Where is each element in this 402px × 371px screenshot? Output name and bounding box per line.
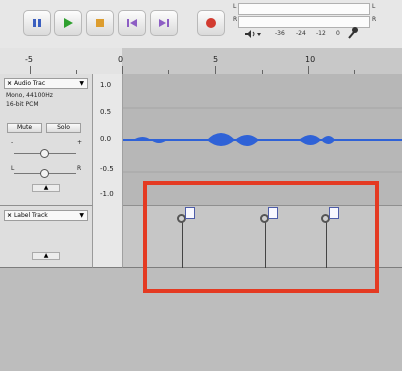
audio-track-title: Audio Trac (13, 80, 46, 87)
audio-track-title-menu[interactable]: × Audio Trac ▼ (4, 78, 88, 89)
stop-button[interactable] (86, 10, 114, 36)
play-icon (62, 17, 74, 29)
label-track-controls: × Label Track ▼ ▲ (0, 206, 93, 268)
transport-toolbar: L R L R -36 -24 -12 0 (0, 0, 402, 49)
ruler-label: -5 (25, 55, 33, 64)
record-button[interactable] (197, 10, 225, 36)
meter-scale-4: 0 (336, 30, 340, 37)
speaker-icon[interactable] (244, 29, 262, 41)
close-track-icon[interactable]: × (7, 80, 12, 87)
amplitude-scale: 1.0 0.5 0.0 -0.5 -1.0 (93, 74, 123, 206)
gain-minus-label: - (11, 139, 14, 146)
track-bit-depth: 16-bit PCM (6, 101, 39, 108)
skip-start-icon (126, 17, 138, 29)
gain-plus-label: + (77, 139, 83, 146)
ruler-label: 10 (305, 55, 316, 64)
dropdown-arrow-icon: ▼ (79, 80, 84, 87)
record-icon (205, 17, 217, 29)
pause-icon (31, 17, 43, 29)
mute-button[interactable]: Mute (7, 123, 42, 133)
meter-right-label-end: R (372, 16, 377, 23)
scale-label: 0.0 (100, 135, 112, 143)
meter-scale-3: -12 (316, 30, 326, 37)
scale-label: 1.0 (100, 81, 112, 89)
gain-slider[interactable] (40, 149, 49, 158)
highlight-box (143, 181, 379, 293)
label-track-title-menu[interactable]: × Label Track ▼ (4, 210, 88, 221)
ruler-label: 5 (213, 55, 219, 64)
microphone-icon[interactable] (346, 26, 360, 42)
scale-label: 0.5 (100, 108, 112, 116)
meter-scale-2: -24 (296, 30, 306, 37)
collapse-label-track-button[interactable]: ▲ (32, 252, 60, 260)
timeline-ruler[interactable]: -5 0 5 10 (0, 48, 402, 75)
level-meter: L R L R -36 -24 -12 0 (232, 2, 402, 46)
meter-right-label: R (233, 16, 238, 23)
solo-button[interactable]: Solo (46, 123, 81, 133)
play-button[interactable] (54, 10, 82, 36)
track-sample-rate: Mono, 44100Hz (6, 92, 53, 99)
scale-label: -0.5 (100, 165, 114, 173)
pause-button[interactable] (23, 10, 51, 36)
meter-bar-left (238, 3, 370, 15)
pan-right-label: R (77, 165, 82, 172)
stop-icon (94, 17, 106, 29)
pan-slider[interactable] (40, 169, 49, 178)
label-track-scale (93, 206, 123, 268)
collapse-track-button[interactable]: ▲ (32, 184, 60, 192)
close-track-icon[interactable]: × (7, 212, 12, 219)
meter-left-label-end: L (372, 3, 376, 10)
audio-track-controls: × Audio Trac ▼ Mono, 44100Hz 16-bit PCM … (0, 74, 93, 206)
meter-scale-1: -36 (275, 30, 285, 37)
scale-label: -1.0 (100, 190, 114, 198)
ruler-label: 0 (118, 55, 124, 64)
pan-left-label: L (11, 165, 15, 172)
skip-start-button[interactable] (118, 10, 146, 36)
meter-left-label: L (233, 3, 237, 10)
skip-end-button[interactable] (150, 10, 178, 36)
skip-end-icon (158, 17, 170, 29)
label-track-title: Label Track (13, 212, 48, 219)
dropdown-arrow-icon: ▼ (79, 212, 84, 219)
